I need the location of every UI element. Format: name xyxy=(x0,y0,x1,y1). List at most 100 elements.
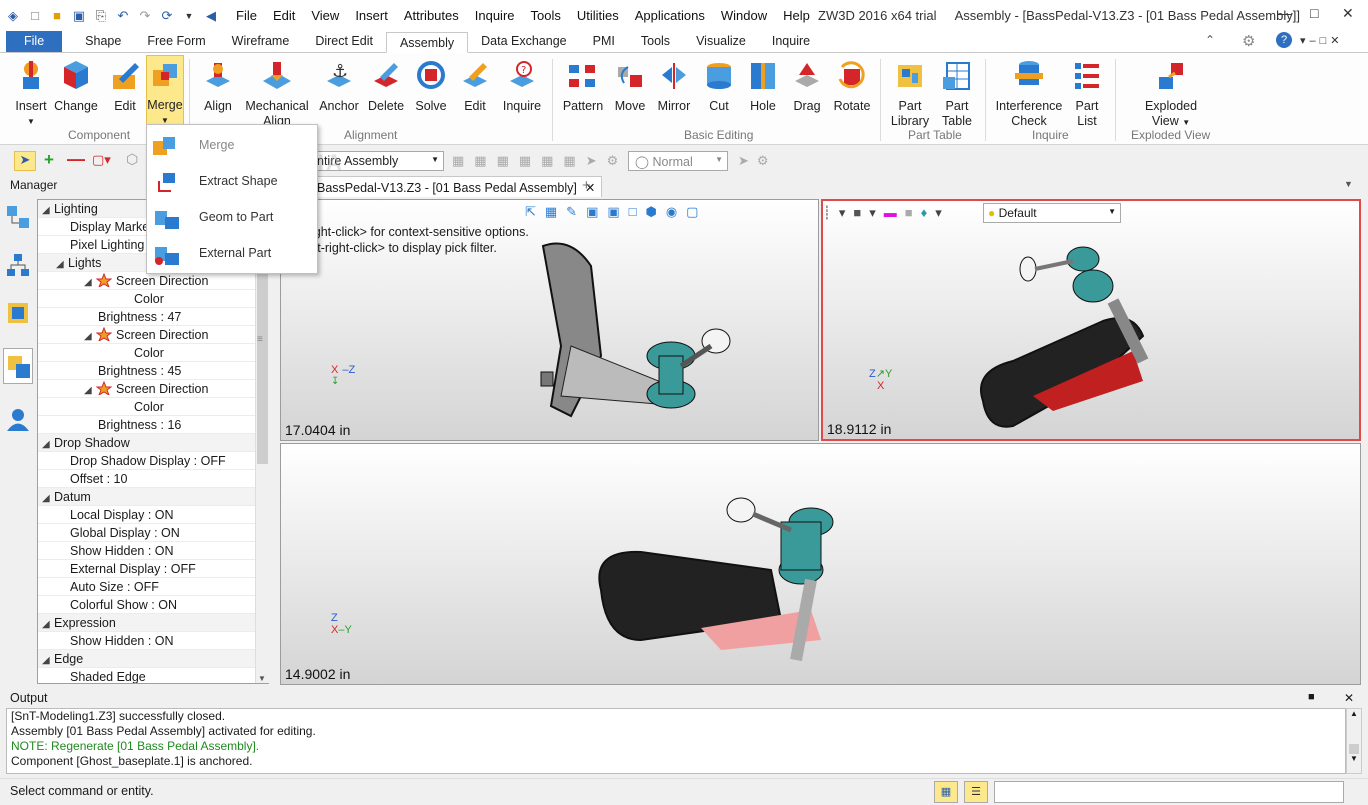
command-input[interactable] xyxy=(994,781,1344,803)
tab-pmi[interactable]: PMI xyxy=(580,31,628,52)
menu-applications[interactable]: Applications xyxy=(627,8,713,23)
anchor-button[interactable]: ⚓ Anchor xyxy=(318,57,360,114)
redo-icon[interactable]: ↷ xyxy=(136,7,154,25)
menu-item-external-part[interactable]: External Part xyxy=(147,237,317,271)
hole-button[interactable]: Hole xyxy=(744,57,782,114)
tree-row[interactable]: ◢ Drop Shadow xyxy=(38,434,268,452)
display-manager-icon[interactable] xyxy=(3,348,33,384)
tree-row[interactable]: Drop Shadow Display : OFF xyxy=(38,452,268,470)
menu-inquire[interactable]: Inquire xyxy=(467,8,523,23)
part-table-button[interactable]: Part Table xyxy=(938,57,976,129)
doc-tab[interactable]: BassPedal-V13.Z3 - [01 Bass Pedal Assemb… xyxy=(280,176,603,197)
viewport-bottom[interactable]: Z X–Y 14.9002 in xyxy=(280,443,1361,685)
interference-check-button[interactable]: Interference Check xyxy=(994,57,1064,129)
tabs-menu-icon[interactable]: ▼ xyxy=(1344,179,1353,189)
tree-row[interactable]: ◢ Datum xyxy=(38,488,268,506)
mdi-controls[interactable]: ▾–□✕ xyxy=(1300,34,1344,47)
edit-alignment-button[interactable]: Edit xyxy=(458,57,492,114)
menu-edit[interactable]: Edit xyxy=(265,8,303,23)
tree-row[interactable]: Brightness : 16 xyxy=(38,416,268,434)
tree-row[interactable]: Brightness : 47 xyxy=(38,308,268,326)
tree-row[interactable]: Offset : 10 xyxy=(38,470,268,488)
collapse-ribbon-icon[interactable]: ⌃ xyxy=(1205,33,1215,47)
save-icon[interactable]: ▣ xyxy=(70,7,88,25)
tab-direct-edit[interactable]: Direct Edit xyxy=(302,31,386,52)
tree-row[interactable]: Colorful Show : ON xyxy=(38,596,268,614)
drag-button[interactable]: Drag xyxy=(788,57,826,114)
tree-row[interactable]: ◢ Expression xyxy=(38,614,268,632)
menu-window[interactable]: Window xyxy=(713,8,775,23)
regen-icon[interactable]: ⟳ xyxy=(158,7,176,25)
solve-button[interactable]: Solve xyxy=(412,57,450,114)
tab-file[interactable]: File xyxy=(6,31,63,52)
vp2-tools-icons[interactable]: ┊▾■▾▬■♦▾ xyxy=(823,205,950,221)
mirror-button[interactable]: Mirror xyxy=(654,57,694,114)
settings-gear-icon[interactable]: ⚙ xyxy=(1242,32,1255,50)
merge-button[interactable]: Merge ▼ xyxy=(146,55,184,125)
new-file-icon[interactable]: □ xyxy=(26,7,44,25)
tree-row[interactable]: Auto Size : OFF xyxy=(38,578,268,596)
close-icon[interactable]: ✕ xyxy=(1342,5,1354,22)
menu-item-extract-shape[interactable]: Extract Shape xyxy=(147,165,317,199)
tab-free-form[interactable]: Free Form xyxy=(134,31,218,52)
part-library-button[interactable]: Part Library xyxy=(888,57,932,129)
render-dropdown[interactable]: ● Default ▼ xyxy=(983,203,1121,223)
tree-row[interactable]: Shaded Edge xyxy=(38,668,268,683)
new-tab-icon[interactable]: + xyxy=(582,177,591,194)
part-list-button[interactable]: Part List xyxy=(1068,57,1106,129)
cut-button[interactable]: Cut xyxy=(702,57,736,114)
output-scrollbar[interactable]: ▲ ▼ xyxy=(1346,708,1362,774)
menu-view[interactable]: View xyxy=(303,8,347,23)
tree-row[interactable]: Color xyxy=(38,290,268,308)
history-manager-icon[interactable] xyxy=(5,204,31,230)
tb2-extra-icons[interactable]: ➤⚙ xyxy=(738,153,777,169)
rotate-button[interactable]: Rotate xyxy=(832,57,872,114)
tree-row[interactable]: ◢ Screen Direction xyxy=(38,326,268,344)
menu-utilities[interactable]: Utilities xyxy=(569,8,627,23)
status-icon-2[interactable]: ☰ xyxy=(964,781,988,803)
app-logo-icon[interactable]: ◈ xyxy=(4,7,22,25)
change-button[interactable]: Change xyxy=(54,57,98,114)
inquire-alignment-button[interactable]: ? Inquire xyxy=(500,57,544,114)
undo-icon[interactable]: ↶ xyxy=(114,7,132,25)
tab-inquire[interactable]: Inquire xyxy=(759,31,823,52)
menu-item-merge[interactable]: Merge xyxy=(147,129,317,163)
tree-row[interactable]: Show Hidden : ON xyxy=(38,632,268,650)
output-close-icon[interactable]: ✕ xyxy=(1344,691,1354,705)
mechanical-align-button[interactable]: Mechanical Align xyxy=(244,57,310,129)
viewport-top-right[interactable]: ┊▾■▾▬■♦▾ ● Default ▼ Z↗Y X 18.9112 in xyxy=(821,199,1361,441)
viewport-top-left[interactable]: ight-click> for context-sensitive option… xyxy=(280,199,819,441)
splitter-grip[interactable]: ≡ xyxy=(257,334,263,345)
visual-manager-icon[interactable] xyxy=(5,300,31,326)
pattern-button[interactable]: Pattern xyxy=(560,57,606,114)
output-pin-icon[interactable]: ■ xyxy=(1308,691,1315,703)
menu-file[interactable]: File xyxy=(228,8,265,23)
menu-tools[interactable]: Tools xyxy=(523,8,569,23)
menu-item-geom-to-part[interactable]: Geom to Part xyxy=(147,201,317,235)
help-icon[interactable]: ? xyxy=(1276,32,1292,48)
move-button[interactable]: Move xyxy=(610,57,650,114)
tree-row[interactable]: ◢ Screen Direction xyxy=(38,272,268,290)
user-manager-icon[interactable] xyxy=(5,406,31,432)
lasso-icon[interactable]: ⬡ xyxy=(126,151,138,168)
tree-row[interactable]: Brightness : 45 xyxy=(38,362,268,380)
tab-data-exchange[interactable]: Data Exchange xyxy=(468,31,579,52)
tab-assembly[interactable]: Assembly xyxy=(385,32,469,53)
menu-help[interactable]: Help xyxy=(775,8,818,23)
tree-row[interactable]: Global Display : ON xyxy=(38,524,268,542)
tree-row[interactable]: Color xyxy=(38,344,268,362)
remove-icon[interactable]: — xyxy=(67,149,85,170)
delete-alignment-button[interactable]: Delete xyxy=(368,57,404,114)
filter-tools-icons[interactable]: ▦▦▦▦▦▦➤⚙ xyxy=(452,153,628,169)
menu-attributes[interactable]: Attributes xyxy=(396,8,467,23)
tree-row[interactable]: Local Display : ON xyxy=(38,506,268,524)
exploded-view-button[interactable]: Exploded View ▼ xyxy=(1140,57,1202,130)
back-arrow-icon[interactable]: ◀ xyxy=(202,7,220,25)
tree-row[interactable]: Color xyxy=(38,398,268,416)
box-select-icon[interactable]: ▢▾ xyxy=(92,152,111,168)
tree-row[interactable]: External Display : OFF xyxy=(38,560,268,578)
dropdown-arrow-icon[interactable]: ▼ xyxy=(180,7,198,25)
assembly-tree-icon[interactable] xyxy=(5,252,31,278)
menu-insert[interactable]: Insert xyxy=(347,8,396,23)
print-icon[interactable]: ⎘ xyxy=(92,7,110,25)
